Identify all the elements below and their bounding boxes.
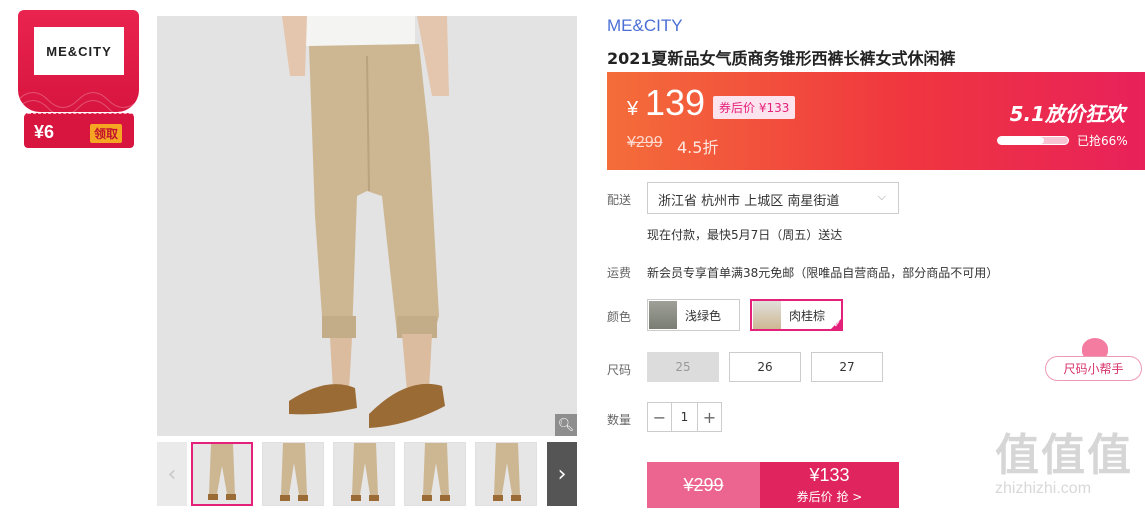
main-product-image[interactable]: 🔍︎ <box>157 16 577 436</box>
brand-logo: ME&CITY <box>34 27 124 75</box>
checkmark-icon: ✓ <box>833 320 841 330</box>
color-option-light-green[interactable]: 浅绿色 <box>647 299 740 331</box>
sold-percentage: 已抢66% <box>1077 134 1128 148</box>
shop-coupon-card[interactable]: ME&CITY ¥6 领取 <box>18 10 139 148</box>
shipping-text: 新会员专享首单满38元免邮（限唯品自营商品，部分商品不可用） <box>647 266 999 280</box>
size-helper-button[interactable]: 尺码小帮手 <box>1045 338 1142 382</box>
watermark-url: zhizhizhi.com <box>995 480 1092 497</box>
shipping-label: 运费 <box>607 266 632 280</box>
thumbnail-strip: ‹ › <box>157 442 577 506</box>
product-photo <box>157 16 577 436</box>
buy-original-price-button[interactable]: ¥299 <box>647 462 760 508</box>
promo-title: 5.1放价狂欢 <box>1009 102 1125 126</box>
buy-with-coupon-button[interactable]: ¥133 券后价 抢 > <box>760 462 899 508</box>
chevron-down-icon: ⌵ <box>877 190 886 203</box>
size-helper-label: 尺码小帮手 <box>1045 356 1142 381</box>
color-swatch <box>649 301 677 329</box>
delivery-note: 现在付款，最快5月7日（周五）送达 <box>647 228 843 242</box>
site-watermark: 值值值 zhizhizhi.com <box>995 432 1135 510</box>
size-option-27[interactable]: 27 <box>811 352 883 382</box>
discount-rate: 4.5折 <box>677 138 719 157</box>
chevron-left-icon[interactable]: ‹ <box>157 442 187 506</box>
plus-icon[interactable]: + <box>698 403 721 431</box>
thumbnail[interactable] <box>475 442 537 506</box>
color-option-label: 浅绿色 <box>685 308 722 323</box>
color-option-cinnamon-brown[interactable]: 肉桂棕 ✓ <box>750 299 843 331</box>
color-label: 颜色 <box>607 310 632 324</box>
thumbnail[interactable] <box>262 442 324 506</box>
thumbnail[interactable] <box>191 442 253 506</box>
price-currency: ¥ <box>627 98 639 120</box>
quantity-label: 数量 <box>607 413 632 427</box>
sold-progress-bar <box>997 136 1069 145</box>
minus-icon[interactable]: − <box>648 403 671 431</box>
delivery-label: 配送 <box>607 193 632 207</box>
coupon-card-bottom: ¥6 领取 <box>24 113 134 148</box>
coupon-claim-button[interactable]: 领取 <box>90 124 123 143</box>
thumbnail[interactable] <box>333 442 395 506</box>
watermark-logo: 值值值 <box>995 430 1133 481</box>
thumbnail[interactable] <box>404 442 466 506</box>
price-banner: ¥ 139 券后价 ¥133 ¥299 4.5折 5.1放价狂欢 已抢66% <box>607 72 1145 170</box>
buy-coupon-price: ¥133 <box>809 465 850 485</box>
quantity-value[interactable]: 1 <box>671 403 698 431</box>
quantity-stepper: − 1 + <box>647 402 722 432</box>
address-value: 浙江省 杭州市 上城区 南星街道 <box>658 194 840 209</box>
buy-coupon-action: 券后价 抢 > <box>796 490 863 504</box>
chevron-right-icon[interactable]: › <box>547 442 577 506</box>
brand-link[interactable]: ME&CITY <box>607 16 683 36</box>
coupon-amount: ¥6 <box>34 122 55 142</box>
magnifier-icon[interactable]: 🔍︎ <box>555 414 577 436</box>
sold-progress-fill <box>998 137 1045 144</box>
address-select[interactable]: 浙江省 杭州市 上城区 南星街道 ⌵ <box>647 182 899 214</box>
size-option-26[interactable]: 26 <box>729 352 801 382</box>
product-title: 2021夏新品女气质商务锥形西裤长裤女式休闲裤 <box>607 49 956 68</box>
size-label: 尺码 <box>607 363 632 377</box>
color-option-label: 肉桂棕 <box>789 308 826 323</box>
original-price: ¥299 <box>627 134 663 151</box>
coupon-card-top: ME&CITY <box>18 10 139 112</box>
size-option-25: 25 <box>647 352 719 382</box>
coupon-price-badge: 券后价 ¥133 <box>713 96 796 119</box>
color-swatch <box>753 301 781 329</box>
buy-button-group: ¥299 ¥133 券后价 抢 > <box>647 462 899 508</box>
coupon-pattern <box>18 92 139 112</box>
current-price: 139 <box>645 82 706 123</box>
